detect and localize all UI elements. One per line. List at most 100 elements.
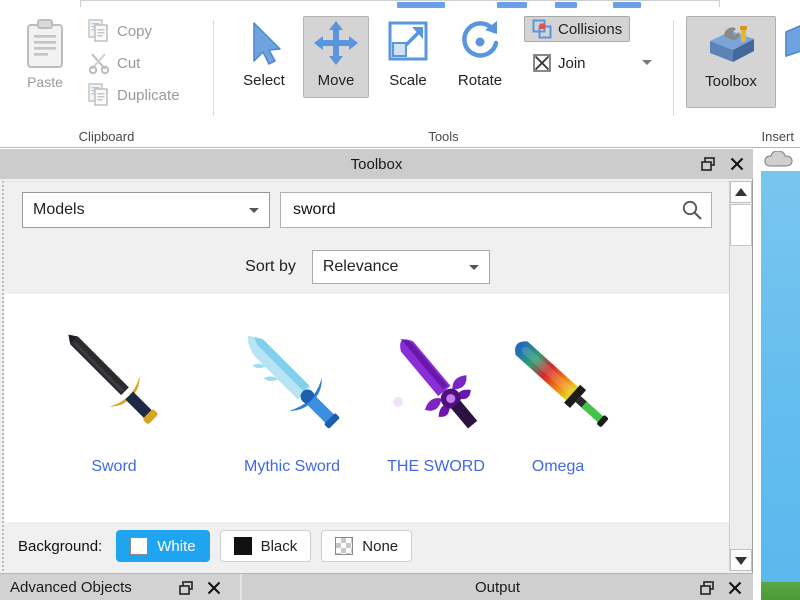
- 3d-viewport[interactable]: [754, 149, 800, 600]
- background-option-none[interactable]: None: [321, 530, 412, 562]
- close-icon: [207, 581, 221, 595]
- toolbox-button-label: Toolbox: [705, 73, 757, 90]
- scroll-down-icon: [735, 556, 747, 565]
- ribbon-tab-strip: [0, 0, 800, 8]
- background-selector-row: Background: White Black None: [4, 522, 731, 570]
- category-dropdown-value: Models: [33, 201, 249, 219]
- insert-extra-button[interactable]: [784, 22, 800, 67]
- viewport-ground: [761, 582, 800, 600]
- viewport-sky: [761, 171, 800, 600]
- sort-by-label: Sort by: [245, 258, 296, 276]
- toolbox-search-row: Models sword: [12, 192, 724, 230]
- toolbox-panel-buttons: [700, 149, 745, 179]
- rotate-tool-label: Rotate: [458, 72, 502, 89]
- join-label: Join: [558, 55, 586, 72]
- chevron-down-icon: [249, 208, 259, 213]
- background-option-black[interactable]: Black: [220, 530, 312, 562]
- rotate-tool-button[interactable]: Rotate: [447, 16, 513, 98]
- toolbox-search-input[interactable]: sword: [280, 192, 712, 228]
- join-toggle[interactable]: Join: [524, 50, 594, 76]
- select-tool-button[interactable]: Select: [231, 16, 297, 98]
- toolbox-float-button[interactable]: [700, 156, 716, 172]
- result-item-label: Omega: [532, 458, 584, 476]
- scissors-icon: [88, 51, 110, 75]
- toolbox-panel: Toolbox Models: [0, 149, 753, 573]
- duplicate-button[interactable]: Duplicate: [88, 80, 208, 110]
- copy-label: Copy: [117, 23, 152, 40]
- cut-button[interactable]: Cut: [88, 48, 208, 78]
- move-tool-label: Move: [318, 72, 355, 89]
- toolbox-results-grid: Sword: [4, 294, 731, 522]
- tools-group-caption: Tools: [214, 129, 673, 144]
- clipboard-group-caption: Clipboard: [0, 129, 213, 144]
- chevron-down-icon: [469, 265, 479, 270]
- white-swatch-icon: [130, 537, 148, 555]
- sort-row: Sort by Relevance: [4, 244, 731, 290]
- ribbon: Paste Copy: [0, 0, 800, 148]
- toolbox-close-button[interactable]: [729, 156, 745, 172]
- background-option-white-label: White: [157, 538, 195, 555]
- search-icon[interactable]: [681, 199, 703, 221]
- float-window-icon: [701, 157, 715, 171]
- thumbnail: [371, 316, 501, 446]
- result-item[interactable]: Sword: [40, 302, 188, 492]
- copy-button[interactable]: Copy: [88, 16, 208, 46]
- scrollbar-down-button[interactable]: [730, 549, 752, 571]
- bottom-dock: Advanced Objects Output: [0, 573, 753, 600]
- thumbnail: [227, 316, 357, 446]
- toolbox-icon: [702, 17, 760, 71]
- sort-dropdown-value: Relevance: [323, 258, 469, 276]
- category-dropdown[interactable]: Models: [22, 192, 270, 228]
- sword-purple-spiked-icon: [371, 316, 501, 446]
- collisions-icon: [532, 19, 552, 39]
- advanced-objects-close-button[interactable]: [206, 580, 222, 596]
- collisions-toggle[interactable]: Collisions: [524, 16, 630, 42]
- move-arrows-icon: [312, 17, 360, 69]
- ribbon-groups: Paste Copy: [0, 8, 800, 120]
- sword-ice-blue-icon: [227, 316, 357, 446]
- paste-button[interactable]: Paste: [14, 18, 76, 102]
- join-dropdown-caret-icon[interactable]: [642, 60, 652, 65]
- paste-icon: [23, 18, 67, 70]
- toolbox-panel-titlebar: Toolbox: [0, 149, 753, 179]
- background-label: Background:: [18, 538, 102, 555]
- result-item[interactable]: Mythic Sword: [218, 302, 366, 492]
- result-item[interactable]: Omega: [484, 302, 632, 492]
- scrollbar-thumb[interactable]: [730, 204, 752, 246]
- toolbox-panel-title: Toolbox: [351, 156, 403, 173]
- background-option-black-label: Black: [261, 538, 298, 555]
- select-tool-label: Select: [243, 72, 285, 89]
- sort-dropdown[interactable]: Relevance: [312, 250, 490, 284]
- scrollbar-up-button[interactable]: [730, 181, 752, 203]
- advanced-objects-title: Advanced Objects: [10, 579, 132, 596]
- move-tool-button[interactable]: Move: [303, 16, 369, 98]
- scale-tool-button[interactable]: Scale: [375, 16, 441, 98]
- sword-dark-blade-icon: [49, 316, 179, 446]
- toolbox-button[interactable]: Toolbox: [686, 16, 776, 108]
- collisions-label: Collisions: [558, 21, 622, 38]
- close-icon: [728, 581, 742, 595]
- toolbox-scrollbar[interactable]: [729, 181, 751, 571]
- black-swatch-icon: [234, 537, 252, 555]
- join-icon: [532, 53, 552, 73]
- scale-icon: [384, 17, 432, 69]
- background-option-white[interactable]: White: [116, 530, 209, 562]
- insert-part-icon: [784, 22, 800, 64]
- toolbox-panel-content: Models sword Sort by Relevance: [2, 181, 729, 571]
- output-buttons: [699, 580, 743, 596]
- paste-label: Paste: [27, 74, 63, 90]
- float-window-icon: [700, 581, 714, 595]
- advanced-objects-panel-tab[interactable]: Advanced Objects: [0, 574, 240, 600]
- background-option-none-label: None: [362, 538, 398, 555]
- advanced-objects-float-button[interactable]: [178, 580, 194, 596]
- ribbon-group-insert: Toolbox Insert: [674, 8, 800, 148]
- ribbon-group-tools: Select Move: [214, 8, 673, 148]
- cursor-arrow-icon: [240, 17, 288, 69]
- output-float-button[interactable]: [699, 580, 715, 596]
- output-close-button[interactable]: [727, 580, 743, 596]
- output-panel-tab[interactable]: Output: [242, 574, 753, 600]
- checker-swatch-icon: [335, 537, 353, 555]
- output-title: Output: [475, 579, 520, 596]
- sword-rainbow-icon: [493, 316, 623, 446]
- scrollbar-track[interactable]: [730, 247, 752, 548]
